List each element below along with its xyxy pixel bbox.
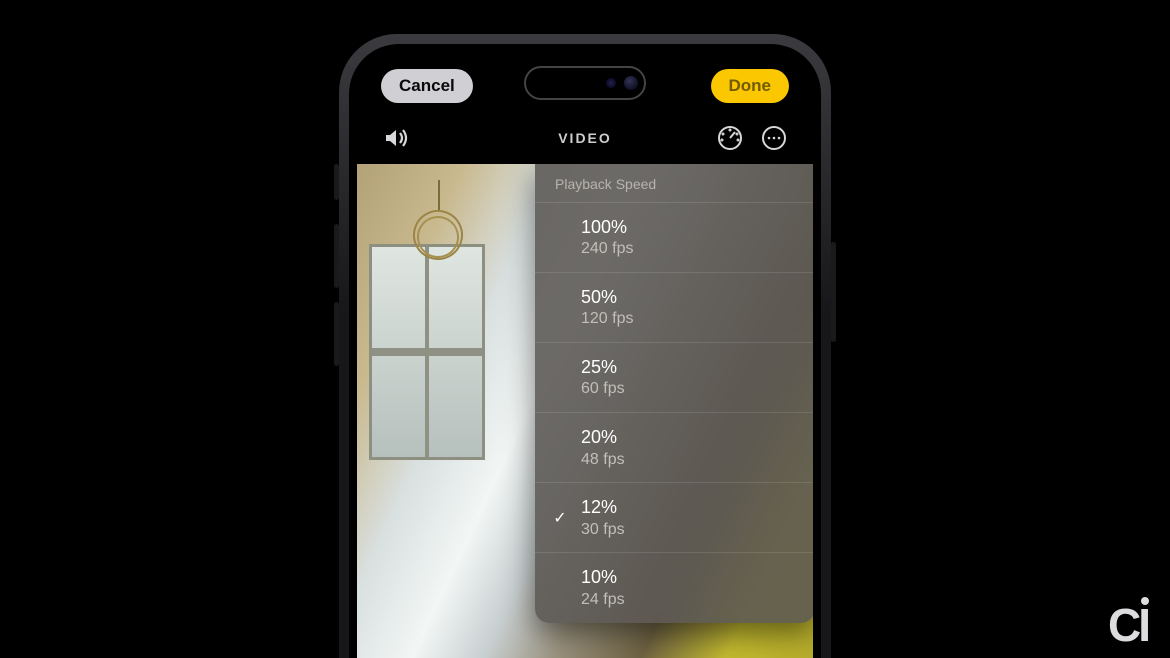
playback-speed-option[interactable]: 25%60 fps [535,342,813,412]
dynamic-island [524,66,646,100]
watermark-logo: CI [1108,602,1148,648]
volume-icon[interactable] [381,123,411,153]
playback-speed-option[interactable]: 20%48 fps [535,412,813,482]
playback-speed-menu: Playback Speed 100%240 fps 50%120 fps 25%6… [535,164,813,623]
playback-speed-option[interactable]: 100%240 fps [535,202,813,272]
playback-speed-option-text: 10%24 fps [581,565,625,610]
playback-speed-percent: 100% [581,215,633,239]
playback-speed-option[interactable]: ✓ 12%30 fps [535,482,813,552]
phone-power-button [831,242,836,342]
playback-speed-fps: 60 fps [581,379,625,400]
playback-speed-fps: 24 fps [581,590,625,611]
phone-side-button [334,164,339,200]
playback-speed-option-text: 12%30 fps [581,495,625,540]
playback-speed-percent: 10% [581,565,625,589]
playback-speed-percent: 12% [581,495,625,519]
playback-speed-fps: 30 fps [581,520,625,541]
speedometer-icon[interactable] [715,123,745,153]
playback-speed-option-text: 25%60 fps [581,355,625,400]
proximity-sensor [606,78,616,88]
editor-toolrow: VIDEO [357,118,813,158]
phone-frame: Cancel Done VIDEO [339,34,831,658]
playback-speed-percent: 20% [581,425,625,449]
playback-speed-percent: 50% [581,285,633,309]
front-camera [624,76,638,90]
phone-volume-down-button [334,302,339,366]
playback-speed-option[interactable]: 10%24 fps [535,552,813,622]
chandelier-decoration [403,180,473,290]
playback-speed-option-text: 50%120 fps [581,285,633,330]
done-button[interactable]: Done [711,69,790,103]
playback-speed-menu-title: Playback Speed [535,164,813,202]
playback-speed-percent: 25% [581,355,625,379]
playback-speed-fps: 240 fps [581,239,633,260]
edit-mode-label: VIDEO [558,130,612,146]
video-preview: SCRATCH LOUNGE Playback Speed 100%240 fp… [357,164,813,658]
playback-speed-option-text: 100%240 fps [581,215,633,260]
playback-speed-fps: 48 fps [581,450,625,471]
ellipsis-circle-icon[interactable] [759,123,789,153]
phone-volume-up-button [334,224,339,288]
cancel-button[interactable]: Cancel [381,69,473,103]
phone-screen: Cancel Done VIDEO [357,52,813,658]
playback-speed-option-text: 20%48 fps [581,425,625,470]
phone-bezel: Cancel Done VIDEO [349,44,821,658]
playback-speed-fps: 120 fps [581,309,633,330]
playback-speed-option[interactable]: 50%120 fps [535,272,813,342]
checkmark-icon: ✓ [551,508,569,528]
